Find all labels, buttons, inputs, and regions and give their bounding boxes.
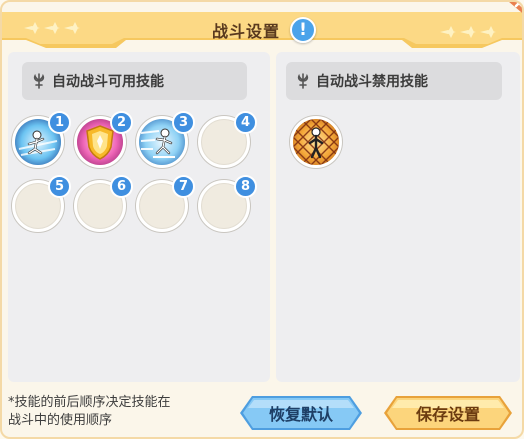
page-title: 战斗设置 (211, 22, 280, 41)
disabled-skills-header: 自动战斗禁用技能 (286, 62, 502, 100)
slot-number-badge: 3 (172, 111, 195, 134)
slot-number-badge: 8 (234, 175, 257, 198)
restore-default-button[interactable]: 恢复默认 (238, 394, 364, 432)
skill-slot-7[interactable]: 7 (136, 175, 195, 232)
exclamation-icon: ! (299, 20, 307, 40)
available-skills-panel: 自动战斗可用技能 1 2 3 4 5 6 7 8 (8, 52, 270, 382)
order-note-line1: *技能的前后顺序决定技能在 (8, 395, 171, 410)
net-trap-skill-icon (293, 119, 339, 165)
info-button[interactable]: ! (290, 17, 316, 43)
skill-slot-2[interactable]: 2 (74, 111, 133, 168)
disabled-skill-slot-1[interactable] (290, 116, 342, 168)
slot-number-badge: 2 (110, 111, 133, 134)
available-skills-label: 自动战斗可用技能 (52, 74, 164, 90)
disabled-skills-panel: 自动战斗禁用技能 (276, 52, 520, 382)
skill-slot-6[interactable]: 6 (74, 175, 133, 232)
close-corner-icon[interactable] (498, 0, 524, 22)
order-note: *技能的前后顺序决定技能在 战斗中的使用顺序 (8, 394, 223, 430)
slot-number-badge: 5 (48, 175, 71, 198)
skill-slot-3[interactable]: 3 (136, 111, 195, 168)
skill-slot-8[interactable]: 8 (198, 175, 257, 232)
save-settings-label: 保存设置 (415, 405, 480, 424)
slot-number-badge: 7 (172, 175, 195, 198)
skill-slot-1[interactable]: 1 (12, 111, 71, 168)
skill-slot-5[interactable]: 5 (12, 175, 71, 232)
save-settings-button[interactable]: 保存设置 (382, 394, 514, 432)
skill-slot-4[interactable]: 4 (198, 111, 257, 168)
available-skills-header: 自动战斗可用技能 (22, 62, 247, 100)
order-note-line2: 战斗中的使用顺序 (8, 413, 113, 428)
battle-settings-dialog: 战斗设置 ! 自动战斗可用技能 1 2 3 4 5 6 7 8 自动战斗禁用技能… (0, 0, 524, 439)
fleur-icon (297, 73, 309, 89)
slot-number-badge: 4 (234, 111, 257, 134)
header-ribbon: 战斗设置 ! (2, 10, 522, 50)
fleur-icon (33, 73, 45, 89)
slot-number-badge: 1 (48, 111, 71, 134)
restore-default-label: 恢复默认 (268, 405, 333, 424)
slot-number-badge: 6 (110, 175, 133, 198)
disabled-skills-label: 自动战斗禁用技能 (316, 74, 428, 90)
